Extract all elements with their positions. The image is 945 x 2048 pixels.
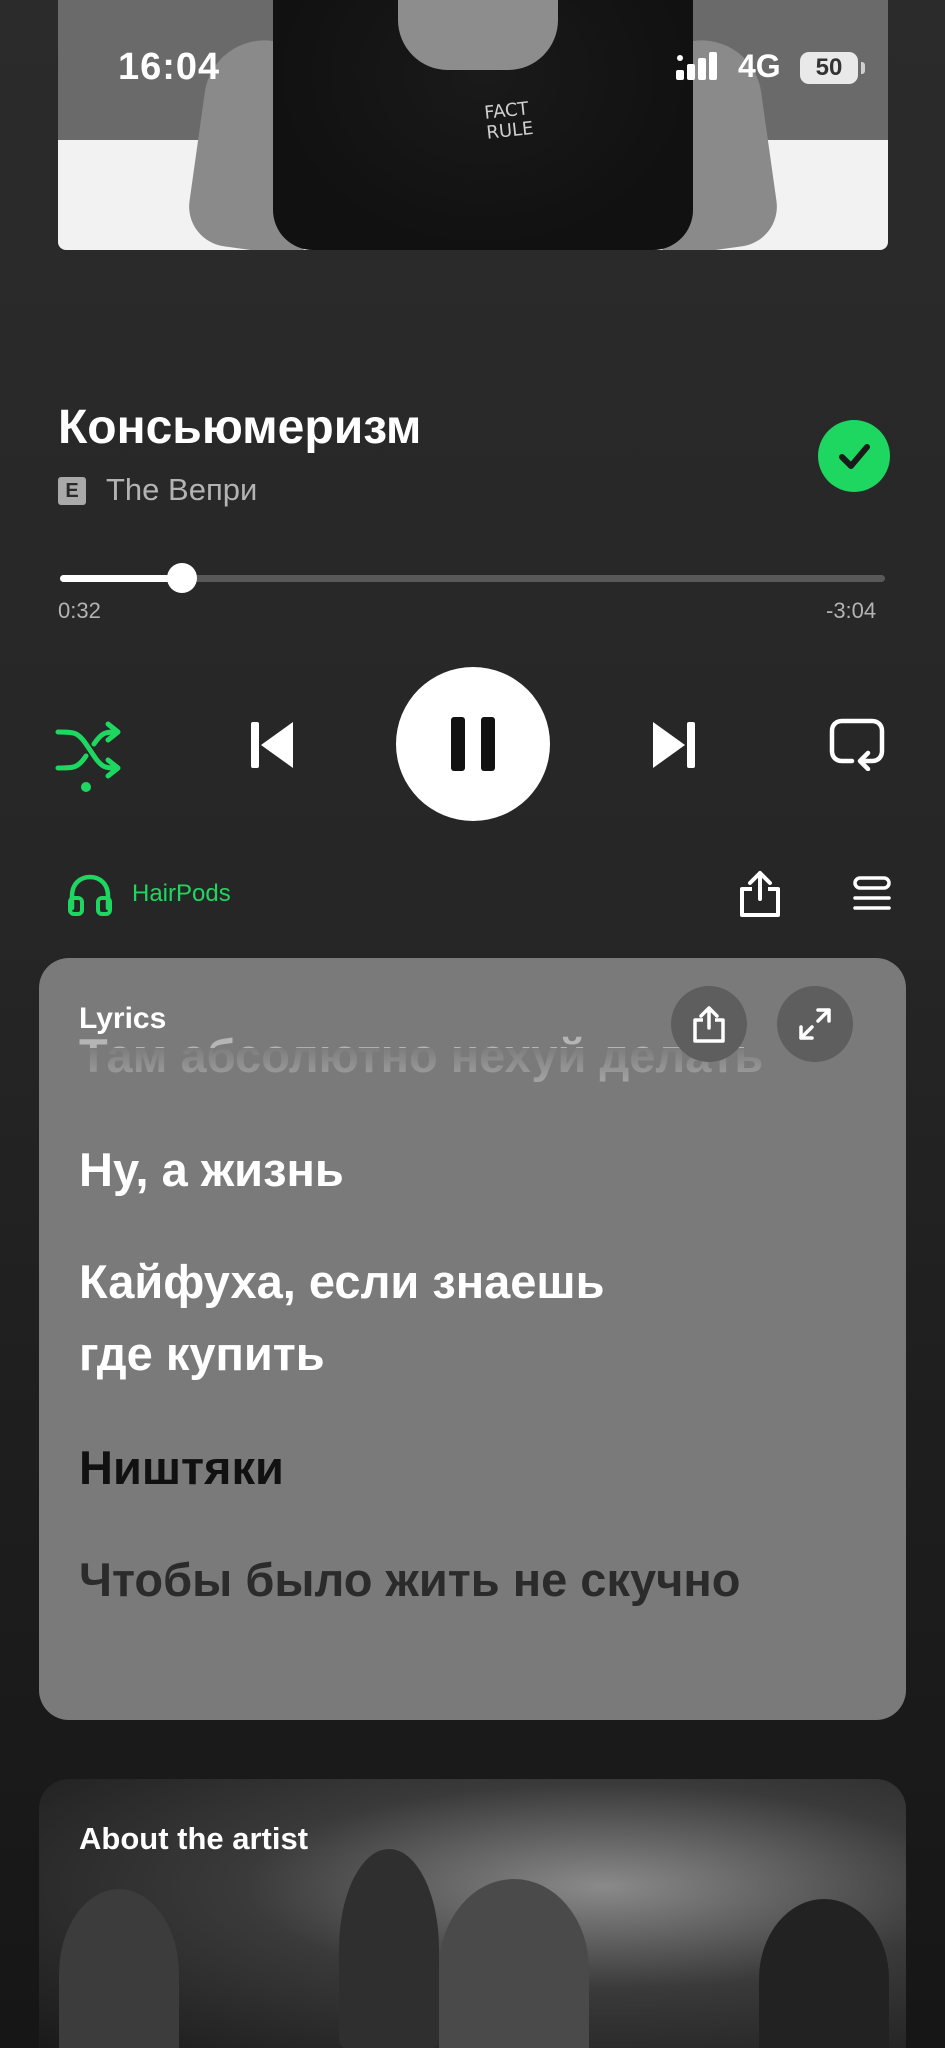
status-time: 16:04	[118, 46, 221, 88]
explicit-badge: E	[58, 477, 86, 505]
artist-name[interactable]: The Вепри	[106, 472, 257, 508]
check-icon	[839, 444, 870, 469]
lyric-line[interactable]: Кайфуха, если знаешь где купить	[79, 1246, 679, 1390]
lyric-line[interactable]: Чтобы было жить не скучно	[79, 1544, 879, 1616]
about-artist-card[interactable]: About the artist	[39, 1779, 906, 2048]
lyrics-fade	[39, 1048, 906, 1098]
shuffle-button[interactable]	[52, 712, 126, 792]
lyrics-card[interactable]: Там абсолютно нехуй делать Lyrics Ну, а …	[39, 958, 906, 1720]
repeat-icon	[829, 718, 885, 771]
lyric-line[interactable]: Ништяки	[79, 1432, 879, 1504]
lyrics-share-button[interactable]	[671, 986, 747, 1062]
about-artist-header: About the artist	[79, 1821, 309, 1856]
lyrics-header: Lyrics	[79, 1002, 167, 1035]
next-icon	[653, 722, 695, 768]
share-icon	[740, 871, 780, 917]
repeat-button[interactable]	[826, 716, 888, 772]
share-button[interactable]	[736, 868, 784, 920]
queue-button[interactable]	[852, 872, 892, 916]
progress-thumb[interactable]	[167, 563, 197, 593]
shirt-print: FACT RULE	[483, 98, 535, 144]
headphones-icon[interactable]	[66, 872, 114, 918]
expand-icon	[799, 1008, 831, 1040]
pause-button[interactable]	[396, 667, 550, 821]
device-name[interactable]: HairPods	[132, 880, 231, 908]
network-label: 4G	[738, 48, 781, 84]
previous-icon	[251, 722, 293, 768]
remaining-time: -3:04	[826, 598, 877, 623]
album-art: FACT RULE	[58, 0, 888, 250]
next-button[interactable]	[640, 712, 710, 776]
queue-icon	[853, 876, 891, 910]
battery-tip	[861, 62, 865, 74]
shuffle-icon	[55, 721, 121, 792]
lyric-line[interactable]: Ну, а жизнь	[79, 1134, 879, 1206]
signal-icon	[676, 52, 717, 80]
progress-fill	[60, 575, 182, 582]
lyrics-expand-button[interactable]	[777, 986, 853, 1062]
elapsed-time: 0:32	[58, 598, 101, 623]
pause-icon	[451, 717, 495, 771]
track-title: Консьюмеризм	[58, 401, 422, 454]
previous-button[interactable]	[236, 712, 306, 776]
battery-indicator: 50	[800, 52, 858, 84]
share-icon	[693, 1006, 725, 1043]
liked-button[interactable]	[818, 420, 890, 492]
